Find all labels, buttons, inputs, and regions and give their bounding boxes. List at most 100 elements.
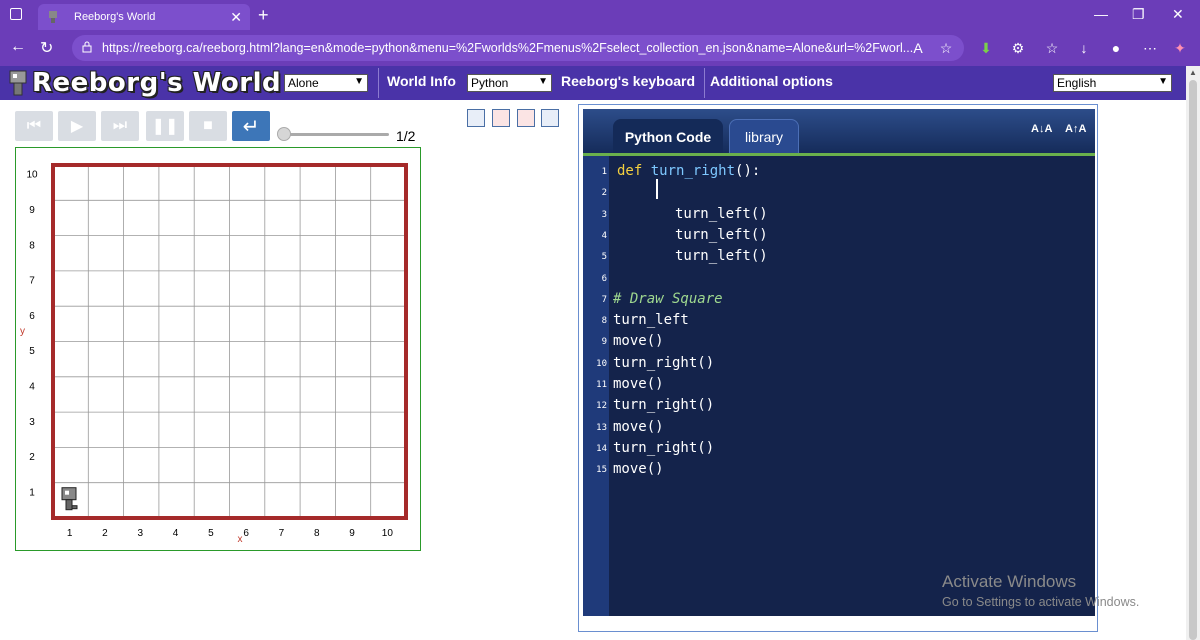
code-line: turn_right() bbox=[613, 439, 715, 456]
copilot-icon[interactable]: ✦ bbox=[1170, 38, 1190, 58]
x-tick-label: 3 bbox=[137, 528, 143, 539]
extensions-icon[interactable]: ⚙ bbox=[1008, 38, 1028, 58]
increase-font-button[interactable]: A↑A bbox=[1065, 123, 1091, 141]
output-icon[interactable] bbox=[541, 109, 559, 127]
line-number: 5 bbox=[601, 252, 607, 263]
close-tab-icon[interactable]: ✕ bbox=[230, 9, 242, 26]
line-number: 3 bbox=[601, 209, 607, 220]
speed-slider-knob[interactable] bbox=[277, 127, 291, 141]
divider bbox=[704, 68, 705, 98]
url-field[interactable]: https://reeborg.ca/reeborg.html?lang=en&… bbox=[72, 35, 964, 61]
reverse-step-button[interactable]: ⏮ bbox=[15, 111, 53, 141]
pause-button[interactable]: ❚❚ bbox=[146, 111, 184, 141]
stop-icon: ■ bbox=[203, 117, 213, 134]
x-tick-label: 5 bbox=[208, 528, 214, 539]
y-tick-label: 6 bbox=[29, 311, 35, 322]
logo-text: Reeborg's World bbox=[32, 68, 282, 98]
minimize-icon[interactable]: — bbox=[1094, 6, 1108, 22]
reload-world-button[interactable]: ↵ bbox=[232, 111, 270, 141]
world-select[interactable]: Alone ▼ bbox=[284, 74, 368, 92]
sidebar-toggle-icon[interactable] bbox=[10, 8, 22, 20]
step-button[interactable]: ⏭ bbox=[101, 111, 139, 141]
scroll-up-icon[interactable]: ▲ bbox=[1189, 68, 1197, 77]
activate-windows-title: Activate Windows bbox=[942, 572, 1077, 591]
y-tick-label: 7 bbox=[29, 276, 35, 287]
tab-library[interactable]: library bbox=[729, 119, 799, 155]
stop-button[interactable]: ■ bbox=[189, 111, 227, 141]
line-number: 1 bbox=[601, 167, 607, 177]
logo: Reeborg's World bbox=[8, 68, 281, 98]
favorites-icon[interactable]: ☆ bbox=[1042, 38, 1062, 58]
line-number: 11 bbox=[596, 380, 607, 390]
new-tab-icon[interactable]: + bbox=[258, 5, 269, 26]
language-select[interactable]: English ▼ bbox=[1053, 74, 1172, 92]
y-axis-label: y bbox=[20, 326, 25, 337]
decrease-font-button[interactable]: A↓A bbox=[1031, 123, 1057, 141]
y-tick-label: 9 bbox=[29, 205, 35, 216]
line-number: 15 bbox=[596, 465, 607, 476]
pause-icon: ❚❚ bbox=[151, 118, 179, 135]
close-window-icon[interactable]: ✕ bbox=[1172, 6, 1184, 23]
page-scrollbar[interactable]: ▲ bbox=[1186, 66, 1200, 640]
downloads-icon[interactable]: ↓ bbox=[1074, 38, 1094, 58]
lock-icon bbox=[82, 41, 92, 53]
browser-tab[interactable]: Reeborg's World ✕ bbox=[38, 4, 250, 30]
x-tick-label: 1 bbox=[67, 528, 73, 539]
robot-highlight-icon[interactable] bbox=[467, 109, 485, 127]
reeborg-robot-icon bbox=[9, 70, 27, 96]
reeborg-favicon-icon bbox=[49, 11, 57, 23]
y-tick-label: 2 bbox=[29, 452, 35, 463]
line-number: 4 bbox=[601, 230, 607, 241]
play-icon: ▶ bbox=[70, 118, 84, 135]
world-info-link[interactable]: World Info bbox=[387, 73, 456, 89]
favorite-star-icon[interactable]: ☆ bbox=[936, 38, 956, 58]
code-editor-panel: Python Code library A↓A A↑A 1 2 3 4 5 6 7 8 9 10 1… bbox=[578, 104, 1098, 632]
tab-title: Reeborg's World bbox=[74, 11, 156, 23]
url-text: https://reeborg.ca/reeborg.html?lang=en&… bbox=[102, 41, 914, 55]
y-tick-label: 10 bbox=[26, 170, 38, 181]
more-menu-icon[interactable]: ⋯ bbox=[1140, 38, 1160, 58]
x-tick-label: 7 bbox=[279, 528, 285, 539]
back-icon[interactable]: ← bbox=[10, 38, 26, 56]
additional-options-link[interactable]: Additional options bbox=[710, 73, 833, 89]
code-area[interactable]: def turn_right(): turn_left() turn_left() t… bbox=[609, 156, 1095, 616]
restore-icon[interactable]: ❐ bbox=[1132, 6, 1145, 23]
reload-icon[interactable]: ↻ bbox=[40, 38, 53, 58]
mode-select-value: Python bbox=[471, 76, 509, 90]
reeborg-keyboard-link[interactable]: Reeborg's keyboard bbox=[561, 73, 695, 89]
x-tick-label: 6 bbox=[243, 528, 249, 539]
download-extension-icon[interactable]: ⬇ bbox=[976, 38, 996, 58]
x-tick-label: 9 bbox=[349, 528, 355, 539]
profile-icon[interactable]: ● bbox=[1106, 38, 1126, 58]
speed-slider-track[interactable] bbox=[283, 133, 389, 136]
reeborg-robot bbox=[61, 487, 78, 511]
line-number: 9 bbox=[601, 337, 607, 348]
app-header: Reeborg's World Alone ▼ World Info Python… bbox=[0, 66, 1186, 100]
activate-windows-subtitle: Go to Settings to activate Windows. bbox=[942, 595, 1140, 609]
code-line: move() bbox=[613, 418, 664, 435]
x-tick-label: 10 bbox=[382, 528, 394, 539]
x-tick-label: 8 bbox=[314, 528, 320, 539]
line-number: 14 bbox=[596, 443, 607, 454]
code-line: turn_right() bbox=[613, 354, 715, 371]
language-select-value: English bbox=[1057, 76, 1097, 90]
run-button[interactable]: ▶ bbox=[58, 111, 96, 141]
x-tick-label: 2 bbox=[102, 528, 108, 539]
chevron-down-icon: ▼ bbox=[1158, 76, 1168, 87]
tab-python-code[interactable]: Python Code bbox=[613, 119, 723, 155]
divider bbox=[378, 68, 379, 98]
y-tick-label: 3 bbox=[29, 417, 35, 428]
return-arrow-icon: ↵ bbox=[242, 115, 260, 138]
scrollbar-thumb[interactable] bbox=[1189, 80, 1197, 640]
clear-icon[interactable] bbox=[492, 109, 510, 127]
editor-header: Python Code library A↓A A↑A bbox=[583, 109, 1095, 155]
y-tick-label: 8 bbox=[29, 240, 35, 251]
world-canvas[interactable]: 10 9 8 7 6 5 4 3 2 1 1 2 3 4 5 6 7 8 9 10 x y bbox=[15, 147, 421, 551]
code-line: move() bbox=[613, 333, 664, 350]
line-number-gutter: 1 2 3 4 5 6 7 8 9 10 11 12 13 14 15 bbox=[583, 156, 609, 616]
y-tick-label: 1 bbox=[29, 487, 35, 498]
line-number: 7 bbox=[601, 294, 607, 305]
read-aloud-icon[interactable]: A bbox=[908, 38, 928, 58]
mode-select[interactable]: Python ▼ bbox=[467, 74, 552, 92]
world-edit-icon[interactable] bbox=[517, 109, 535, 127]
